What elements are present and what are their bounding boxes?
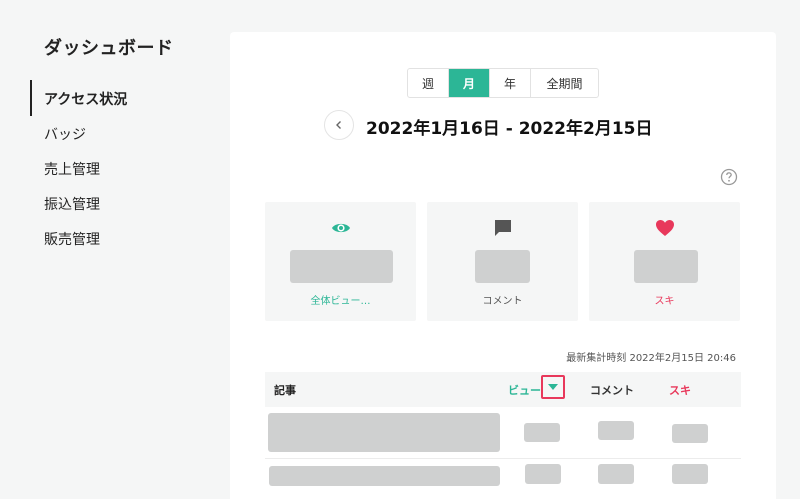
stat-card-comments[interactable]: コメント	[427, 202, 578, 321]
main-panel: 週 月 年 全期間 2022年1月16日 - 2022年2月15日 全体ビュー……	[230, 32, 776, 499]
stat-card-likes[interactable]: スキ	[589, 202, 740, 321]
tab-all-time[interactable]: 全期間	[531, 69, 598, 97]
stat-card-label: コメント	[482, 296, 523, 307]
comments-placeholder	[598, 464, 634, 484]
column-views[interactable]: ビュー	[508, 382, 541, 398]
likes-placeholder	[672, 424, 708, 443]
chevron-left-icon	[336, 121, 341, 129]
sidebar-item-sales-management[interactable]: 販売管理	[44, 229, 100, 249]
likes-value-placeholder	[634, 250, 698, 283]
sidebar-item-transfers[interactable]: 振込管理	[44, 194, 100, 214]
tab-month[interactable]: 月	[449, 69, 490, 97]
caret-down-icon	[548, 384, 558, 390]
comment-icon	[494, 220, 511, 236]
tab-week[interactable]: 週	[408, 69, 449, 97]
table-header: 記事 ビュー コメント スキ	[265, 372, 741, 407]
comments-placeholder	[598, 421, 634, 440]
sidebar: ダッシュボード アクセス状況 バッジ 売上管理 振込管理 販売管理	[0, 0, 230, 499]
help-icon[interactable]	[720, 168, 738, 186]
table-row[interactable]	[265, 412, 741, 458]
sidebar-item-sales[interactable]: 売上管理	[44, 159, 100, 179]
column-likes[interactable]: スキ	[669, 382, 691, 398]
previous-period-button[interactable]	[324, 110, 354, 140]
article-placeholder	[269, 466, 500, 486]
column-comments[interactable]: コメント	[590, 382, 634, 398]
sidebar-item-badges[interactable]: バッジ	[44, 124, 86, 144]
eye-icon	[331, 223, 350, 233]
column-article: 記事	[274, 384, 296, 397]
views-value-placeholder	[290, 250, 393, 283]
heart-icon	[655, 220, 674, 236]
sidebar-title: ダッシュボード	[44, 38, 174, 59]
stat-card-views[interactable]: 全体ビュー…	[265, 202, 416, 321]
article-placeholder	[268, 413, 500, 452]
table-row[interactable]	[265, 462, 741, 492]
sidebar-active-indicator	[30, 80, 32, 116]
row-divider	[265, 458, 741, 459]
last-updated: 最新集計時刻 2022年2月15日 20:46	[566, 353, 736, 364]
likes-placeholder	[672, 464, 708, 484]
stat-card-label: スキ	[654, 296, 675, 307]
comments-value-placeholder	[475, 250, 530, 283]
sidebar-item-access[interactable]: アクセス状況	[44, 89, 127, 109]
date-range: 2022年1月16日 - 2022年2月15日	[366, 119, 653, 139]
tab-year[interactable]: 年	[490, 69, 531, 97]
views-placeholder	[525, 464, 561, 484]
sort-views-button[interactable]	[541, 375, 565, 399]
views-placeholder	[524, 423, 560, 442]
stat-card-label: 全体ビュー…	[310, 296, 371, 307]
period-tabs: 週 月 年 全期間	[407, 68, 599, 98]
